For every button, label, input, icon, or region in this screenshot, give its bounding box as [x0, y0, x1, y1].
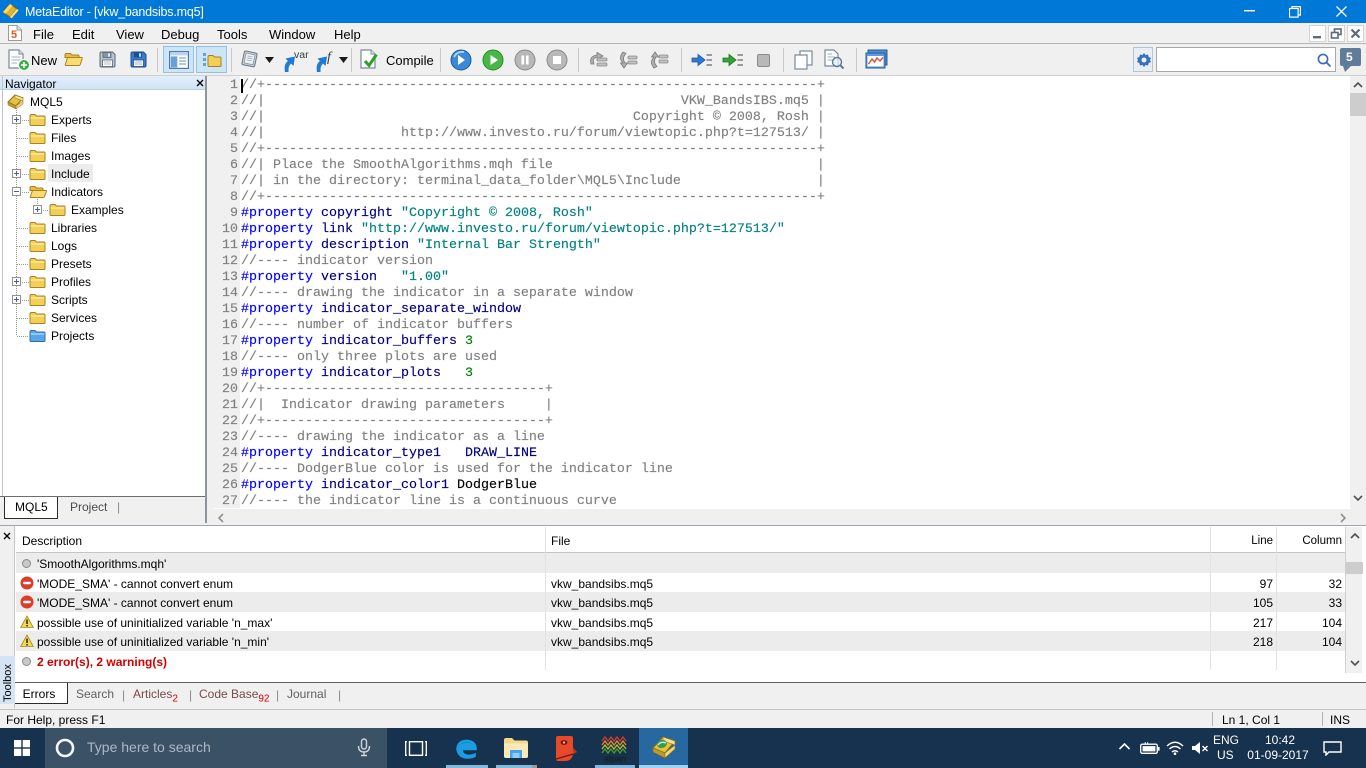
svg-text:alpari: alpari	[604, 754, 626, 763]
svg-text:f: f	[327, 50, 333, 65]
svg-text:var: var	[294, 49, 309, 61]
svg-text:5: 5	[11, 29, 17, 41]
